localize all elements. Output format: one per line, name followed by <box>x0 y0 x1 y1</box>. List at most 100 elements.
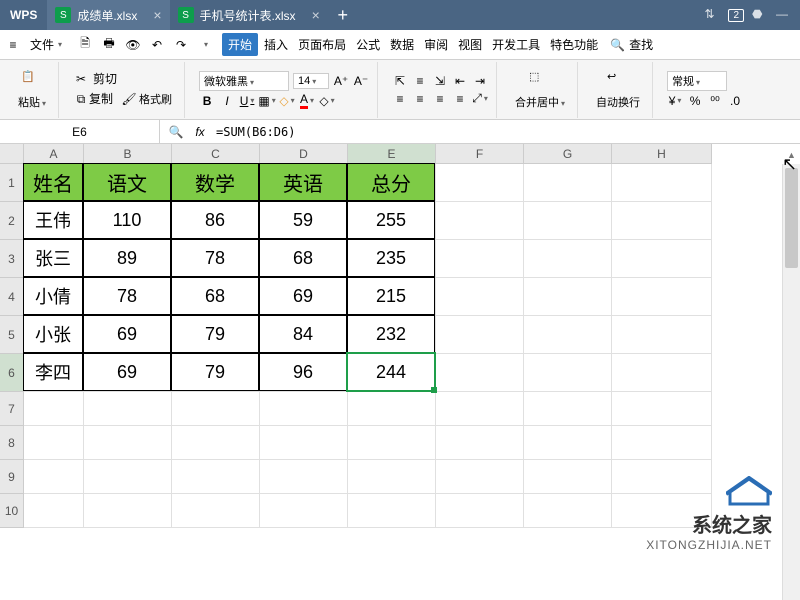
tab-developer[interactable]: 开发工具 <box>488 33 544 56</box>
align-left-icon[interactable]: ≡ <box>392 91 408 107</box>
cell[interactable] <box>172 426 260 460</box>
bold-button[interactable]: B <box>199 93 215 109</box>
cell[interactable] <box>524 460 612 494</box>
table-cell[interactable]: 215 <box>347 277 435 315</box>
border-button[interactable]: ▦ <box>259 93 275 109</box>
cell[interactable] <box>436 460 524 494</box>
table-header-cell[interactable]: 姓名 <box>23 163 83 201</box>
spreadsheet-grid[interactable]: ABCDEFGH 12345678910 姓名语文数学英语总分王伟1108659… <box>0 144 800 600</box>
sync-icon[interactable]: ⇅ <box>704 7 720 23</box>
close-icon[interactable]: × <box>312 7 320 23</box>
cell[interactable] <box>612 202 712 240</box>
table-header-cell[interactable]: 总分 <box>347 163 435 201</box>
cell[interactable] <box>612 278 712 316</box>
cell[interactable] <box>84 392 172 426</box>
align-bottom-icon[interactable]: ⇲ <box>432 73 448 89</box>
row-header-6[interactable]: 6 <box>0 354 24 392</box>
cell[interactable] <box>612 354 712 392</box>
scroll-up-icon[interactable]: ▲ <box>783 150 800 160</box>
italic-button[interactable]: I <box>219 93 235 109</box>
minimize-icon[interactable]: — <box>776 7 792 23</box>
tab-data[interactable]: 数据 <box>386 33 418 56</box>
select-all-corner[interactable] <box>0 144 24 164</box>
cell[interactable] <box>612 392 712 426</box>
cell[interactable] <box>612 494 712 528</box>
table-header-cell[interactable]: 英语 <box>259 163 347 201</box>
inc-decimal-icon[interactable]: .0 <box>727 93 743 109</box>
cell[interactable] <box>524 316 612 354</box>
increase-font-icon[interactable]: A⁺ <box>333 73 349 89</box>
table-cell[interactable]: 68 <box>259 239 347 277</box>
wrap-text-button[interactable]: ↩自动换行 <box>592 68 644 112</box>
zoom-icon[interactable]: 🔍 <box>168 124 184 140</box>
cell[interactable] <box>84 460 172 494</box>
row-header-2[interactable]: 2 <box>0 202 24 240</box>
menu-icon[interactable]: ≡ <box>4 36 22 54</box>
justify-icon[interactable]: ≡ <box>452 91 468 107</box>
table-cell[interactable]: 68 <box>171 277 259 315</box>
paste-button[interactable]: 📋 粘贴 <box>14 68 50 112</box>
indent-inc-icon[interactable]: ⇥ <box>472 73 488 89</box>
align-center-icon[interactable]: ≡ <box>412 91 428 107</box>
row-header-10[interactable]: 10 <box>0 494 24 528</box>
cell[interactable] <box>172 494 260 528</box>
cell[interactable] <box>436 426 524 460</box>
table-cell[interactable]: 232 <box>347 315 435 353</box>
cell[interactable] <box>612 164 712 202</box>
currency-icon[interactable]: ¥ <box>667 93 683 109</box>
tab-page-layout[interactable]: 页面布局 <box>294 33 350 56</box>
col-header-G[interactable]: G <box>524 144 612 164</box>
table-cell[interactable]: 96 <box>259 353 347 391</box>
cell[interactable] <box>260 392 348 426</box>
table-cell[interactable]: 王伟 <box>23 201 83 239</box>
col-header-E[interactable]: E <box>348 144 436 164</box>
cell[interactable] <box>84 494 172 528</box>
align-middle-icon[interactable]: ≡ <box>412 73 428 89</box>
vertical-scrollbar[interactable]: ▲ <box>782 164 800 600</box>
fill-color-button[interactable]: ◇ <box>279 93 295 109</box>
table-cell[interactable]: 255 <box>347 201 435 239</box>
table-header-cell[interactable]: 数学 <box>171 163 259 201</box>
cell[interactable] <box>524 278 612 316</box>
cell[interactable] <box>260 460 348 494</box>
close-icon[interactable]: × <box>153 7 161 23</box>
table-cell[interactable]: 79 <box>171 353 259 391</box>
cut-button[interactable]: ✂剪切 <box>73 70 176 87</box>
col-header-F[interactable]: F <box>436 144 524 164</box>
cell[interactable] <box>524 202 612 240</box>
cell[interactable] <box>436 354 524 392</box>
cell[interactable] <box>612 426 712 460</box>
align-right-icon[interactable]: ≡ <box>432 91 448 107</box>
cell[interactable] <box>348 392 436 426</box>
font-color-button[interactable]: A <box>299 93 315 109</box>
underline-button[interactable]: U <box>239 93 255 109</box>
table-header-cell[interactable]: 语文 <box>83 163 171 201</box>
tab-view[interactable]: 视图 <box>454 33 486 56</box>
col-header-H[interactable]: H <box>612 144 712 164</box>
print-icon[interactable]: 🖶 <box>100 36 118 54</box>
merge-center-button[interactable]: ⬚合并居中 <box>511 68 569 112</box>
cell[interactable] <box>612 316 712 354</box>
tab-formulas[interactable]: 公式 <box>352 33 384 56</box>
number-format-select[interactable]: 常规 <box>667 71 727 91</box>
cell[interactable] <box>436 392 524 426</box>
search-button[interactable]: 🔍 查找 <box>610 36 653 53</box>
table-cell[interactable]: 小张 <box>23 315 83 353</box>
cell[interactable] <box>84 426 172 460</box>
table-cell[interactable]: 小倩 <box>23 277 83 315</box>
file-menu[interactable]: 文件 <box>24 34 68 55</box>
format-painter-button[interactable]: 🖌格式刷 <box>117 89 176 109</box>
table-cell[interactable]: 69 <box>83 353 171 391</box>
cell[interactable] <box>436 494 524 528</box>
undo-icon[interactable]: ↶ <box>148 36 166 54</box>
comma-icon[interactable]: ⁰⁰ <box>707 93 723 109</box>
cell[interactable] <box>524 426 612 460</box>
cell[interactable] <box>436 164 524 202</box>
cell[interactable] <box>172 392 260 426</box>
tab-review[interactable]: 审阅 <box>420 33 452 56</box>
tab-insert[interactable]: 插入 <box>260 33 292 56</box>
cell[interactable] <box>612 240 712 278</box>
cell[interactable] <box>348 494 436 528</box>
orientation-icon[interactable]: ⤢ <box>472 91 488 107</box>
row-header-7[interactable]: 7 <box>0 392 24 426</box>
